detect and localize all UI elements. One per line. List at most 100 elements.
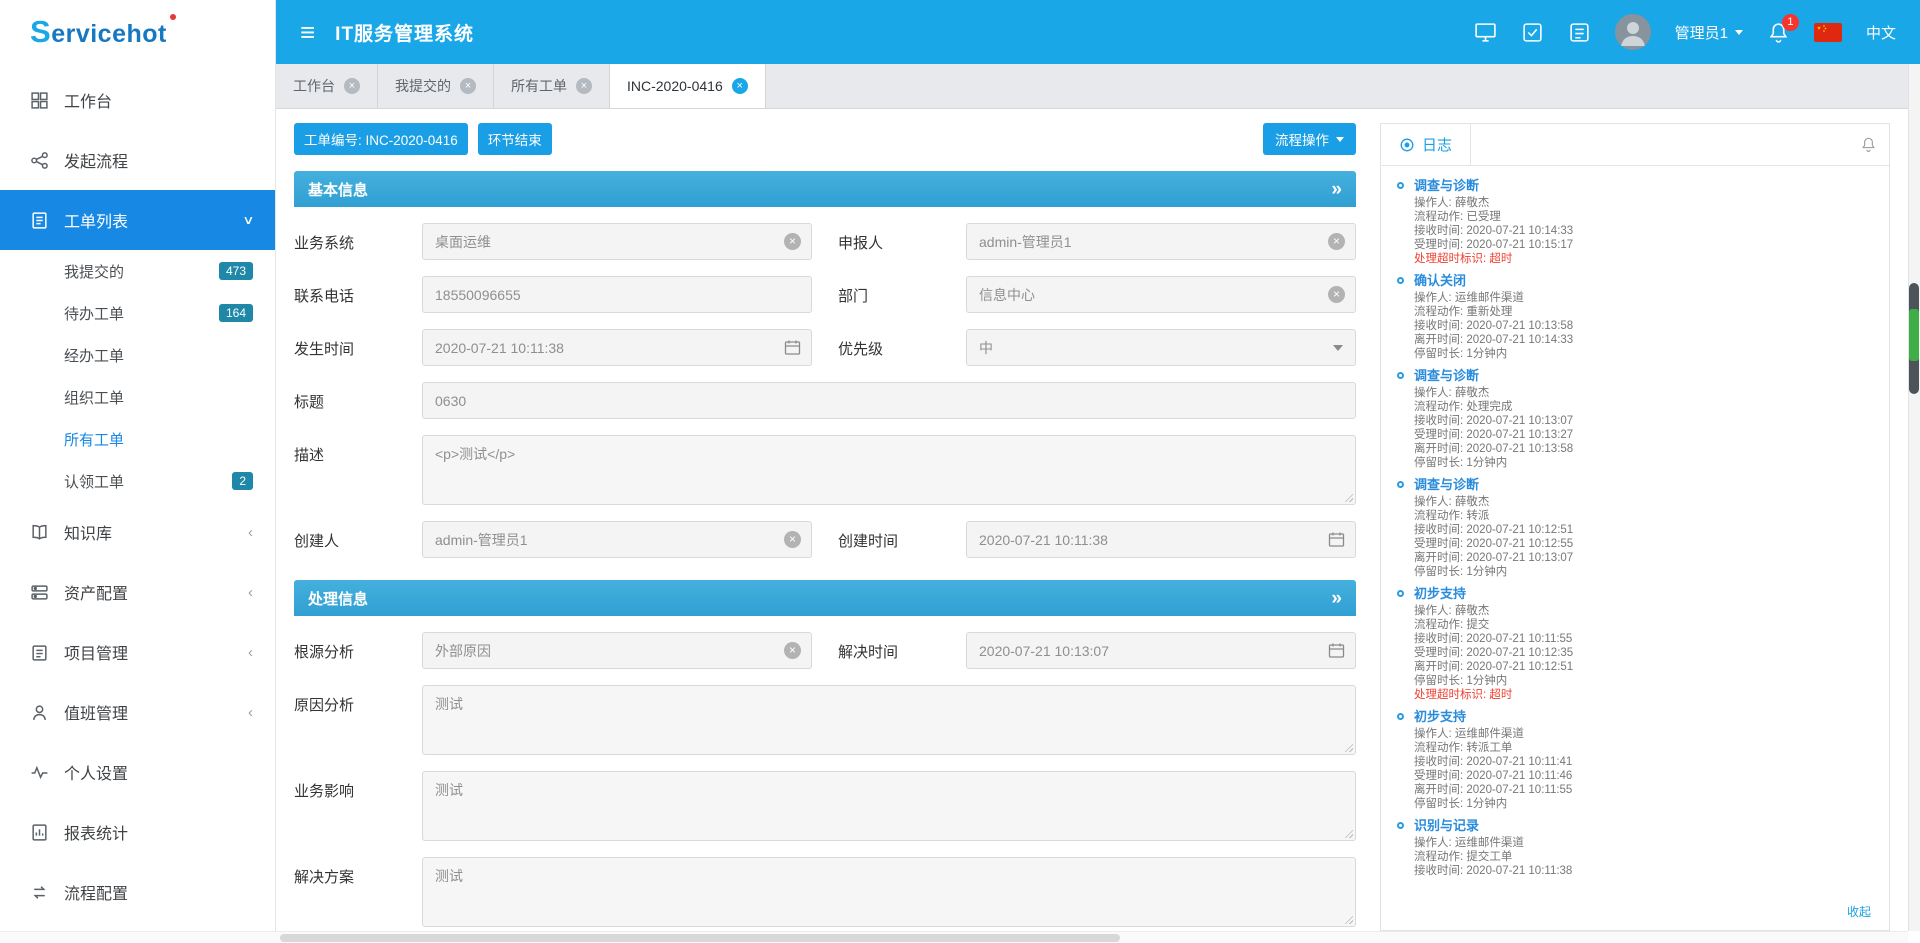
- chevron-down-icon: ∨: [242, 214, 254, 226]
- tab-all-orders[interactable]: 所有工单: [494, 64, 610, 108]
- process-action-button[interactable]: 流程操作: [1263, 123, 1356, 155]
- occur-time-input[interactable]: 2020-07-21 10:11:38: [422, 329, 812, 366]
- sidebar-subitem-organization[interactable]: 组织工单: [0, 376, 275, 418]
- business-impact-textarea[interactable]: 测试: [422, 771, 1356, 841]
- field-label: 联系电话: [294, 276, 422, 313]
- sidebar-subitem-handled[interactable]: 经办工单: [0, 334, 275, 376]
- sidebar-item-personal-settings[interactable]: 个人设置: [0, 742, 275, 802]
- timeline-dot-icon: [1397, 590, 1404, 597]
- timeline-dot-icon: [1397, 713, 1404, 720]
- field-label: 创建时间: [838, 521, 966, 558]
- close-icon[interactable]: [576, 78, 592, 94]
- tab-workbench[interactable]: 工作台: [276, 64, 378, 108]
- phone-input[interactable]: 18550096655: [422, 276, 812, 313]
- clear-icon[interactable]: [784, 642, 801, 659]
- approval-card-icon[interactable]: [1568, 21, 1591, 44]
- task-check-icon[interactable]: [1521, 21, 1544, 44]
- vertical-scrollbar[interactable]: [1908, 64, 1920, 931]
- horizontal-scrollbar[interactable]: [0, 931, 1908, 943]
- tab-label: INC-2020-0416: [627, 78, 723, 94]
- sidebar-item-initiate-flow[interactable]: 发起流程: [0, 130, 275, 190]
- log-entry-line: 流程动作: 已受理: [1414, 210, 1873, 224]
- china-flag-icon[interactable]: [1814, 23, 1842, 42]
- log-entry-line: 操作人: 薛敬杰: [1414, 196, 1873, 210]
- field-label: 根源分析: [294, 632, 422, 669]
- sidebar-subitem-claim[interactable]: 认领工单 2: [0, 460, 275, 502]
- log-entry-line: 接收时间: 2020-07-21 10:12:51: [1414, 523, 1873, 537]
- floating-scroll-widget[interactable]: [1909, 283, 1919, 394]
- log-entry-line: 受理时间: 2020-07-21 10:12:55: [1414, 537, 1873, 551]
- sidebar-subitem-my-submitted[interactable]: 我提交的 473: [0, 250, 275, 292]
- close-icon[interactable]: [460, 78, 476, 94]
- solution-textarea[interactable]: 测试: [422, 857, 1356, 927]
- clear-icon[interactable]: [1328, 286, 1345, 303]
- description-textarea[interactable]: <p>测试</p>: [422, 435, 1356, 505]
- tab-order-detail[interactable]: INC-2020-0416: [610, 64, 766, 108]
- tab-log[interactable]: 日志: [1381, 124, 1471, 165]
- biz-system-input[interactable]: 桌面运维: [422, 223, 812, 260]
- log-entry-title[interactable]: 初步支持: [1414, 586, 1873, 602]
- log-entry-title[interactable]: 确认关闭: [1414, 273, 1873, 289]
- log-entry-title[interactable]: 调查与诊断: [1414, 368, 1873, 384]
- user-menu[interactable]: 管理员1: [1675, 22, 1743, 43]
- menu-icon[interactable]: [300, 19, 315, 45]
- sidebar-item-workbench[interactable]: 工作台: [0, 70, 275, 130]
- clear-icon[interactable]: [784, 233, 801, 250]
- calendar-icon[interactable]: [1328, 531, 1345, 548]
- basic-info-section-header[interactable]: 基本信息: [294, 171, 1356, 207]
- field-label: 标题: [294, 382, 422, 419]
- log-entry-line: 停留时长: 1分钟内: [1414, 347, 1873, 361]
- cause-analysis-textarea[interactable]: 测试: [422, 685, 1356, 755]
- creator-input[interactable]: admin-管理员1: [422, 521, 812, 558]
- notification-bell[interactable]: 1: [1767, 21, 1790, 44]
- close-icon[interactable]: [732, 78, 748, 94]
- create-time-input[interactable]: 2020-07-21 10:11:38: [966, 521, 1356, 558]
- sidebar-item-label: 报表统计: [64, 820, 128, 844]
- sidebar-item-report-statistics[interactable]: 报表统计: [0, 802, 275, 862]
- count-badge: 164: [219, 304, 253, 322]
- priority-select[interactable]: 中: [966, 329, 1356, 366]
- title-input[interactable]: 0630: [422, 382, 1356, 419]
- department-input[interactable]: 信息中心: [966, 276, 1356, 313]
- tab-my-submitted[interactable]: 我提交的: [378, 64, 494, 108]
- resolve-time-input[interactable]: 2020-07-21 10:13:07: [966, 632, 1356, 669]
- collapse-section-icon[interactable]: [1331, 589, 1342, 608]
- brand-logo[interactable]: Servicehot: [0, 0, 275, 64]
- sidebar-subitem-pending[interactable]: 待办工单 164: [0, 292, 275, 334]
- processing-info-section-header[interactable]: 处理信息: [294, 580, 1356, 616]
- field-label: 申报人: [838, 223, 966, 260]
- close-icon[interactable]: [344, 78, 360, 94]
- form-row: 业务系统 桌面运维 申报人 admin-管理员1: [294, 223, 1356, 260]
- sidebar-item-order-list[interactable]: 工单列表 ∨: [0, 190, 275, 250]
- reporter-input[interactable]: admin-管理员1: [966, 223, 1356, 260]
- order-list-icon: [30, 211, 49, 230]
- language-toggle[interactable]: 中文: [1866, 22, 1896, 43]
- form-row: 原因分析 测试: [294, 685, 1356, 755]
- clear-icon[interactable]: [784, 531, 801, 548]
- sidebar-subitem-all-orders[interactable]: 所有工单: [0, 418, 275, 460]
- root-cause-input[interactable]: 外部原因: [422, 632, 812, 669]
- sidebar-item-process-config[interactable]: 流程配置: [0, 862, 275, 922]
- sidebar-item-project-management[interactable]: 项目管理 ‹: [0, 622, 275, 682]
- log-collapse-link[interactable]: 收起: [1397, 899, 1873, 924]
- app-root: Servicehot 工作台 发起流程 工单列表 ∨ 我提交的 473: [0, 0, 1920, 943]
- sidebar-item-asset-config[interactable]: 资产配置 ‹: [0, 562, 275, 622]
- sidebar-item-duty-management[interactable]: 值班管理 ‹: [0, 682, 275, 742]
- main-region: IT服务管理系统 管理员1 1 中文 工作台: [276, 0, 1920, 943]
- calendar-icon[interactable]: [784, 339, 801, 356]
- log-entry-line: 接收时间: 2020-07-21 10:11:41: [1414, 755, 1873, 769]
- chevron-down-icon[interactable]: [1333, 345, 1343, 356]
- log-notify-icon[interactable]: [1848, 124, 1889, 165]
- log-entry-title[interactable]: 识别与记录: [1414, 818, 1873, 834]
- scroll-thumb-green[interactable]: [1909, 309, 1919, 361]
- avatar[interactable]: [1615, 14, 1651, 50]
- calendar-icon[interactable]: [1328, 642, 1345, 659]
- collapse-section-icon[interactable]: [1331, 180, 1342, 199]
- log-entry-title[interactable]: 初步支持: [1414, 709, 1873, 725]
- log-entry-title[interactable]: 调查与诊断: [1414, 477, 1873, 493]
- monitor-icon[interactable]: [1474, 21, 1497, 44]
- log-entry-title[interactable]: 调查与诊断: [1414, 178, 1873, 194]
- sidebar-item-knowledge-base[interactable]: 知识库 ‹: [0, 502, 275, 562]
- clear-icon[interactable]: [1328, 233, 1345, 250]
- horizontal-scroll-thumb[interactable]: [280, 934, 1120, 942]
